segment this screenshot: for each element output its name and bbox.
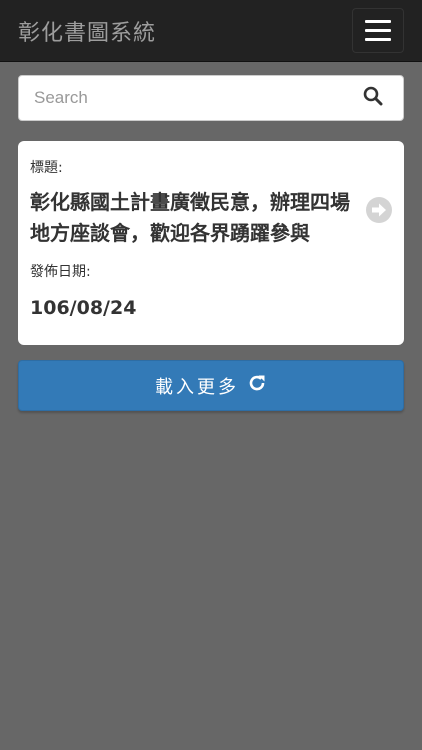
- load-more-label: 載入更多: [155, 376, 239, 398]
- hamburger-icon: [365, 29, 391, 32]
- title-label: 標題:: [30, 160, 63, 176]
- publish-date: 106/08/24: [30, 297, 137, 319]
- news-title: 彰化縣國土計畫廣徵民意，辦理四場地方座談會，歡迎各界踴躍參與: [30, 190, 350, 245]
- search-box: [18, 75, 404, 121]
- search-icon[interactable]: [363, 86, 383, 110]
- menu-toggle-button[interactable]: [352, 8, 404, 53]
- hamburger-icon: [365, 20, 391, 23]
- news-card[interactable]: 標題: 彰化縣國土計畫廣徵民意，辦理四場地方座談會，歡迎各界踴躍參與 發佈日期:…: [18, 141, 404, 345]
- date-label: 發佈日期:: [30, 264, 91, 280]
- refresh-icon: [247, 373, 267, 398]
- navbar: 彰化書圖系統: [0, 0, 422, 62]
- hamburger-icon: [365, 38, 391, 41]
- arrow-right-circle-icon[interactable]: [366, 197, 392, 223]
- brand-title[interactable]: 彰化書圖系統: [18, 15, 156, 47]
- search-input[interactable]: [34, 88, 334, 108]
- load-more-button[interactable]: 載入更多: [18, 360, 404, 411]
